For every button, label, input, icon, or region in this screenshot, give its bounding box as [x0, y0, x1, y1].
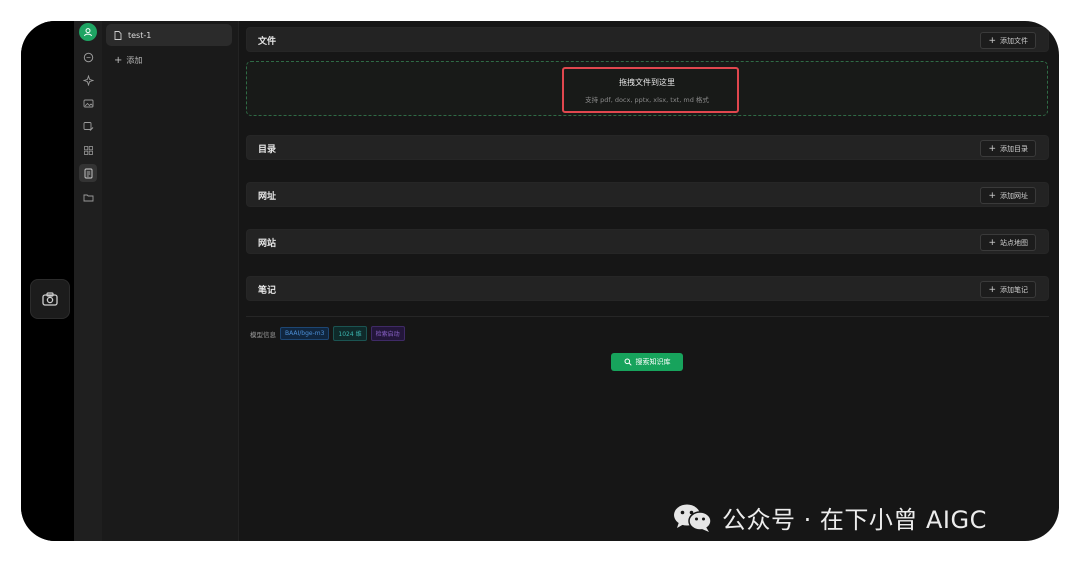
- kb-item-label: test-1: [128, 30, 152, 40]
- watermark-text: 公众号 · 在下小曾 AIGC: [722, 506, 987, 534]
- chat-icon[interactable]: [79, 48, 97, 66]
- knowledge-base-icon[interactable]: [79, 164, 97, 182]
- dropzone-subtitle: 支持 pdf, docx, pptx, xlsx, txt, md 格式: [585, 96, 709, 104]
- user-avatar-icon[interactable]: [79, 23, 97, 41]
- notes-section-header: 笔记 + 添加笔记: [246, 276, 1049, 301]
- add-directory-label: 添加目录: [1000, 144, 1028, 153]
- add-kb-label: 添加: [126, 56, 143, 65]
- retrieval-status-tag: 检索启动: [370, 326, 405, 341]
- search-button-label: 搜索知识库: [635, 358, 671, 366]
- add-file-button[interactable]: + 添加文件: [980, 32, 1036, 49]
- model-info-row: 模型信息 BAAI/bge-m3 1024 维 检索启动: [250, 326, 405, 341]
- dropzone-title: 拖拽文件到这里: [619, 78, 675, 87]
- add-knowledge-base-button[interactable]: + 添加: [114, 55, 142, 66]
- folder-icon[interactable]: [79, 188, 97, 206]
- notes-section-title: 笔记: [258, 286, 277, 296]
- image-edit-icon[interactable]: [79, 117, 97, 135]
- website-section-header: 网站 + 站点地图: [246, 229, 1049, 254]
- add-file-label: 添加文件: [1000, 36, 1028, 45]
- add-url-button[interactable]: + 添加网址: [980, 187, 1036, 204]
- files-section-title: 文件: [258, 37, 277, 47]
- directory-section-title: 目录: [258, 145, 277, 155]
- icon-navigation-bar: [74, 21, 102, 541]
- left-black-margin: [21, 21, 74, 541]
- url-section-title: 网址: [258, 192, 277, 202]
- model-info-label: 模型信息: [250, 330, 276, 339]
- document-icon: [114, 30, 122, 40]
- files-section-header: 文件 + 添加文件: [246, 27, 1049, 52]
- sparkle-icon[interactable]: [79, 71, 97, 89]
- sitemap-label: 站点地图: [1000, 238, 1028, 247]
- search-knowledge-base-button[interactable]: 搜索知识库: [611, 353, 683, 371]
- add-note-label: 添加笔记: [1000, 285, 1028, 294]
- wechat-icon: [674, 504, 712, 532]
- kb-list-item[interactable]: test-1: [106, 24, 232, 46]
- embedding-model-tag: BAAI/bge-m3: [280, 327, 330, 340]
- website-section-title: 网站: [258, 239, 277, 249]
- screenshot-camera-button[interactable]: [30, 279, 70, 319]
- directory-section-header: 目录 + 添加目录: [246, 135, 1049, 160]
- file-dropzone[interactable]: 拖拽文件到这里 支持 pdf, docx, pptx, xlsx, txt, m…: [246, 61, 1048, 116]
- camera-icon: [42, 292, 58, 306]
- grid-icon[interactable]: [79, 141, 97, 159]
- plus-icon: +: [988, 284, 996, 295]
- search-icon: [624, 358, 632, 366]
- main-content: 文件 + 添加文件 拖拽文件到这里 支持 pdf, docx, pptx, xls…: [238, 21, 1059, 541]
- sitemap-button[interactable]: + 站点地图: [980, 234, 1036, 251]
- divider: [246, 316, 1049, 317]
- plus-icon: +: [988, 35, 996, 46]
- url-section-header: 网址 + 添加网址: [246, 182, 1049, 207]
- plus-icon: +: [988, 237, 996, 248]
- add-note-button[interactable]: + 添加笔记: [980, 281, 1036, 298]
- plus-icon: +: [114, 55, 123, 66]
- app-window: test-1 + 添加 文件 + 添加文件 拖拽文件到这里 支持 pdf, doc…: [21, 21, 1059, 541]
- plus-icon: +: [988, 143, 996, 154]
- add-directory-button[interactable]: + 添加目录: [980, 140, 1036, 157]
- plus-icon: +: [988, 190, 996, 201]
- image-icon[interactable]: [79, 94, 97, 112]
- red-highlight-box: [562, 67, 739, 113]
- add-url-label: 添加网址: [1000, 191, 1028, 200]
- dimension-tag: 1024 维: [333, 326, 367, 341]
- knowledge-base-sidebar: test-1 + 添加: [102, 21, 239, 541]
- wechat-watermark: 公众号 · 在下小曾 AIGC: [672, 500, 987, 535]
